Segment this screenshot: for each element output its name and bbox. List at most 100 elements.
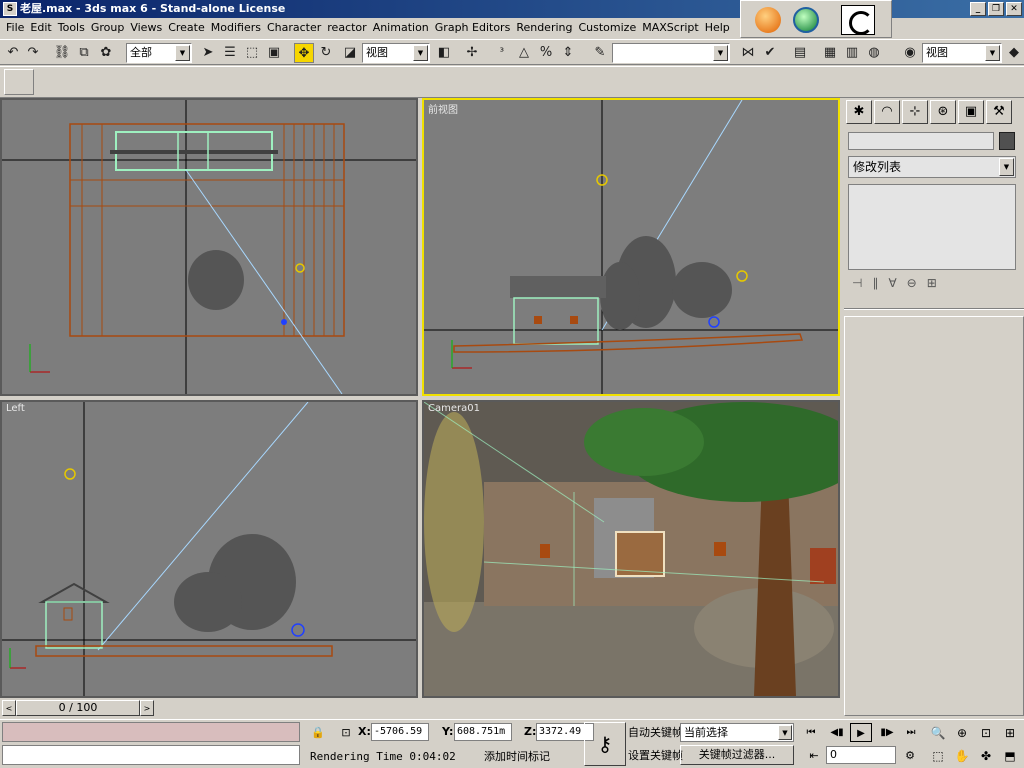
redo-icon[interactable]: ↷ — [23, 43, 43, 63]
time-next-icon[interactable]: > — [140, 700, 154, 716]
modifier-list-dropdown[interactable]: 修改列表 ▼ — [848, 156, 1016, 178]
auto-key-button[interactable]: 自动关键帧 — [628, 724, 683, 740]
menu-rendering[interactable]: Rendering — [513, 18, 575, 38]
key-selection-dropdown[interactable]: 当前选择 ▼ — [680, 723, 794, 742]
arc-rotate-icon[interactable]: ✤ — [976, 746, 996, 766]
align-icon[interactable]: ✔ — [760, 43, 780, 63]
mirror-icon[interactable]: ⋈ — [738, 43, 758, 63]
next-frame-icon[interactable]: ▮▶ — [876, 723, 898, 742]
menu-help[interactable]: Help — [702, 18, 733, 38]
download-orb-icon[interactable] — [755, 7, 781, 33]
window-crossing-icon[interactable]: ▣ — [264, 43, 284, 63]
menu-maxscript[interactable]: MAXScript — [639, 18, 701, 38]
set-key-button[interactable]: 设置关键帧 — [628, 747, 683, 763]
time-slider-thumb[interactable]: 0 / 100 — [16, 700, 140, 716]
menu-tools[interactable]: Tools — [55, 18, 88, 38]
menu-file[interactable]: File — [3, 18, 27, 38]
select-by-name-icon[interactable]: ☰ — [220, 43, 240, 63]
y-coord-field[interactable]: 608.751m — [454, 723, 512, 741]
time-slider[interactable]: < 0 / 100 > — [0, 699, 844, 717]
app-icon[interactable]: S — [3, 2, 17, 16]
menu-modifiers[interactable]: Modifiers — [208, 18, 264, 38]
material-editor-icon[interactable]: ◍ — [864, 43, 884, 63]
add-time-tag-button[interactable]: 添加时间标记 — [484, 748, 550, 764]
viewport-camera[interactable]: Camera01 — [422, 400, 840, 698]
close-button[interactable]: ✕ — [1006, 2, 1022, 16]
prev-frame-icon[interactable]: ◀▮ — [826, 723, 848, 742]
spinner-snap-icon[interactable]: ⇕ — [558, 43, 578, 63]
manipulate-icon[interactable]: ✢ — [462, 43, 482, 63]
rect-selection-icon[interactable]: ⬚ — [242, 43, 262, 63]
percent-snap-icon[interactable]: % — [536, 43, 556, 63]
pin-stack-icon[interactable]: ⊣ — [852, 276, 862, 290]
set-key-icon[interactable]: ⚷ — [584, 722, 626, 766]
restore-button[interactable]: ❐ — [988, 2, 1004, 16]
viewport-front[interactable]: 前视图 — [422, 98, 840, 396]
menu-create[interactable]: Create — [165, 18, 208, 38]
viewport-top[interactable] — [0, 98, 418, 396]
bind-spacewarp-icon[interactable]: ✿ — [96, 43, 116, 63]
selection-filter-dropdown[interactable]: 全部 ▼ — [126, 43, 192, 63]
remove-modifier-icon[interactable]: ⊖ — [907, 276, 917, 290]
goto-start-icon[interactable]: ⏮ — [800, 723, 822, 742]
menu-animation[interactable]: Animation — [370, 18, 432, 38]
goto-end-icon[interactable]: ⏭ — [900, 723, 922, 742]
unlink-icon[interactable]: ⧉ — [74, 43, 94, 63]
region-zoom-icon[interactable]: ⬚ — [928, 746, 948, 766]
layer-manager-icon[interactable]: ▤ — [790, 43, 810, 63]
curve-editor-icon[interactable]: ▦ — [820, 43, 840, 63]
render-type-dropdown[interactable]: 视图 ▼ — [922, 43, 1002, 63]
prompt-line[interactable] — [2, 745, 300, 765]
make-unique-icon[interactable]: ∀ — [888, 276, 896, 290]
quick-render-icon[interactable]: ◆ — [1004, 43, 1024, 63]
zoom-extents-all-icon[interactable]: ⊞ — [1000, 723, 1020, 743]
hierarchy-tab-icon[interactable]: ⊹ — [902, 100, 928, 124]
schematic-view-icon[interactable]: ▥ — [842, 43, 862, 63]
key-mode-icon[interactable]: ⇤ — [806, 748, 822, 764]
menu-customize[interactable]: Customize — [575, 18, 639, 38]
motion-tab-icon[interactable]: ⊛ — [930, 100, 956, 124]
zoom-icon[interactable]: 🔍 — [928, 723, 948, 743]
minimize-button[interactable]: _ — [970, 2, 986, 16]
modify-tab-icon[interactable]: ◠ — [874, 100, 900, 124]
menu-edit[interactable]: Edit — [27, 18, 54, 38]
zoom-all-icon[interactable]: ⊕ — [952, 723, 972, 743]
reference-coord-dropdown[interactable]: 视图 ▼ — [362, 43, 430, 63]
menu-views[interactable]: Views — [127, 18, 165, 38]
edit-named-selection-icon[interactable]: ✎ — [590, 43, 610, 63]
display-tab-icon[interactable]: ▣ — [958, 100, 984, 124]
menu-group[interactable]: Group — [88, 18, 128, 38]
scale-icon[interactable]: ◪ — [340, 43, 360, 63]
x-coord-field[interactable]: -5706.59 — [371, 723, 429, 741]
zoom-extents-icon[interactable]: ⊡ — [976, 723, 996, 743]
object-name-field[interactable] — [848, 132, 994, 150]
time-prev-icon[interactable]: < — [2, 700, 16, 716]
time-config-icon[interactable]: ⚙ — [902, 748, 918, 764]
rotate-icon[interactable]: ↻ — [316, 43, 336, 63]
3dsmax-logo-icon[interactable] — [841, 5, 875, 35]
select-link-icon[interactable]: ⛓ — [52, 43, 72, 63]
undo-icon[interactable]: ↶ — [3, 43, 23, 63]
object-color-swatch[interactable] — [999, 132, 1015, 150]
menu-graph-editors[interactable]: Graph Editors — [432, 18, 514, 38]
lock-selection-icon[interactable]: 🔒 — [310, 725, 326, 741]
pivot-center-icon[interactable]: ◧ — [434, 43, 454, 63]
pan-icon[interactable]: ✋ — [952, 746, 972, 766]
modifier-stack[interactable] — [848, 184, 1016, 270]
select-object-icon[interactable]: ➤ — [198, 43, 218, 63]
render-scene-icon[interactable]: ◉ — [900, 43, 920, 63]
tab-panel-handle[interactable] — [4, 69, 34, 95]
play-icon[interactable]: ▶ — [850, 723, 872, 742]
menu-reactor[interactable]: reactor — [324, 18, 369, 38]
absolute-mode-icon[interactable]: ⊡ — [338, 725, 354, 741]
move-icon[interactable]: ✥ — [294, 43, 314, 63]
refresh-orb-icon[interactable] — [793, 7, 819, 33]
maxscript-listener-mini[interactable] — [2, 722, 300, 742]
current-frame-field[interactable]: 0 — [826, 746, 896, 764]
configure-sets-icon[interactable]: ⊞ — [927, 276, 937, 290]
menu-character[interactable]: Character — [264, 18, 324, 38]
viewport-left[interactable]: Left — [0, 400, 418, 698]
key-filters-button[interactable]: 关键帧过滤器... — [680, 745, 794, 765]
maximize-viewport-icon[interactable]: ⬒ — [1000, 746, 1020, 766]
utilities-tab-icon[interactable]: ⚒ — [986, 100, 1012, 124]
